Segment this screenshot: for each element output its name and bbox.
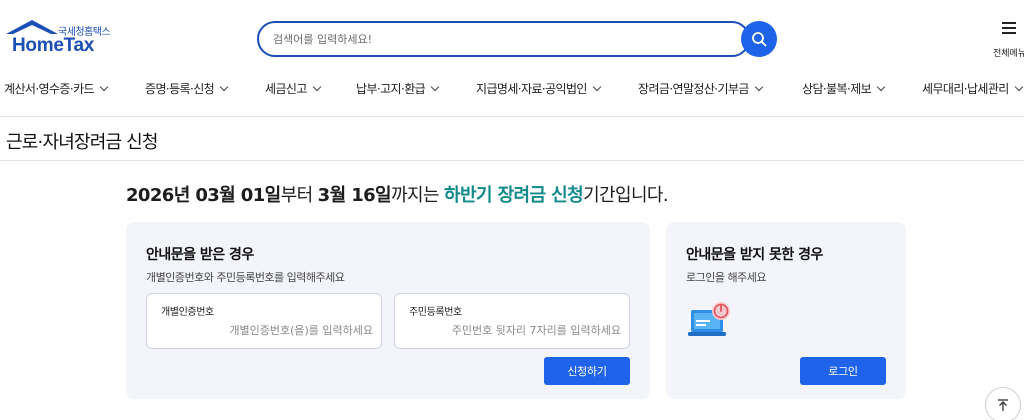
banner-text-from: 부터	[280, 185, 318, 206]
hometax-logo[interactable]: 국세청홈택스 HomeTax	[4, 18, 114, 58]
banner-text-until: 까지는	[391, 185, 445, 206]
auth-number-field: 개별인증번호	[146, 293, 382, 349]
search-icon	[752, 32, 767, 47]
auth-number-label: 개별인증번호	[161, 307, 214, 318]
nav-item-certificate[interactable]: 증명·등록·신청	[145, 80, 229, 97]
nav-item-label: 세무대리·납세관리	[922, 82, 1009, 96]
chevron-down-icon	[312, 82, 322, 92]
resident-number-input[interactable]	[409, 322, 621, 338]
application-period-banner: 2026년 03월 01일부터 3월 16일까지는 하반기 장려금 신청기간입니…	[126, 181, 669, 207]
banner-start-date: 2026년 03월 01일	[126, 185, 281, 206]
nav-item-consult[interactable]: 상담·불복·제보	[802, 80, 886, 97]
banner-text-tail: 기간입니다.	[583, 185, 669, 206]
search-bar	[257, 21, 750, 57]
chevron-down-icon	[754, 82, 764, 92]
nav-item-label: 계산서·영수증·카드	[4, 82, 95, 96]
page-title: 근로·자녀장려금 신청	[6, 132, 158, 153]
card-title: 안내문을 받지 못한 경우	[686, 247, 823, 263]
notice-received-card: 안내문을 받은 경우 개별인증번호와 주민등록번호를 입력해주세요 개별인증번호…	[126, 222, 650, 399]
nav-item-label: 상담·불복·제보	[802, 82, 872, 96]
nav-item-incentive[interactable]: 장려금·연말정산·기부금	[638, 80, 764, 97]
all-menu-label: 전체메뉴	[993, 49, 1024, 59]
nav-item-statement[interactable]: 지급명세·자료·공익법인	[476, 80, 602, 97]
apply-button[interactable]: 신청하기	[544, 357, 630, 385]
card-description: 개별인증번호와 주민등록번호를 입력해주세요	[146, 271, 345, 284]
resident-number-label: 주민등록번호	[409, 307, 462, 318]
scroll-to-top-button[interactable]	[985, 387, 1021, 420]
search-button[interactable]	[741, 21, 777, 57]
laptop-power-icon	[688, 302, 730, 336]
nav-item-label: 세금신고	[265, 82, 307, 96]
chevron-down-icon	[219, 82, 229, 92]
nav-item-label: 납부·고지·환급	[356, 82, 426, 96]
arrow-up-icon	[998, 399, 1008, 411]
nav-item-agent[interactable]: 세무대리·납세관리	[922, 80, 1023, 97]
nav-item-payment[interactable]: 납부·고지·환급	[356, 80, 440, 97]
nav-item-label: 증명·등록·신청	[145, 82, 215, 96]
card-title: 안내문을 받은 경우	[146, 247, 254, 263]
nav-item-invoice[interactable]: 계산서·영수증·카드	[4, 80, 109, 97]
chevron-down-icon	[876, 82, 886, 92]
nav-item-tax-return[interactable]: 세금신고	[265, 80, 322, 97]
logo-title: HomeTax	[12, 35, 95, 56]
chevron-down-icon	[592, 82, 602, 92]
card-description: 로그인을 해주세요	[686, 271, 766, 284]
login-button[interactable]: 로그인	[800, 357, 886, 385]
nav-item-label: 지급명세·자료·공익법인	[476, 82, 587, 96]
resident-number-field: 주민등록번호	[394, 293, 630, 349]
auth-number-input[interactable]	[161, 322, 373, 338]
chevron-down-icon	[430, 82, 440, 92]
banner-highlight: 하반기 장려금 신청	[444, 185, 584, 206]
search-input[interactable]	[273, 29, 723, 49]
notice-not-received-card: 안내문을 받지 못한 경우 로그인을 해주세요 로그인	[666, 222, 906, 399]
banner-end-date: 3월 16일	[317, 185, 392, 206]
all-menu-button[interactable]: 전체메뉴	[985, 22, 1024, 59]
chevron-down-icon	[1014, 82, 1023, 92]
main-nav: 계산서·영수증·카드 증명·등록·신청 세금신고 납부·고지·환급 지급명세·자…	[0, 76, 1024, 102]
nav-divider	[0, 116, 1024, 117]
nav-item-label: 장려금·연말정산·기부금	[638, 82, 749, 96]
header: 국세청홈택스 HomeTax 전체메뉴	[0, 0, 1024, 70]
title-divider	[0, 160, 1024, 161]
chevron-down-icon	[99, 82, 109, 92]
